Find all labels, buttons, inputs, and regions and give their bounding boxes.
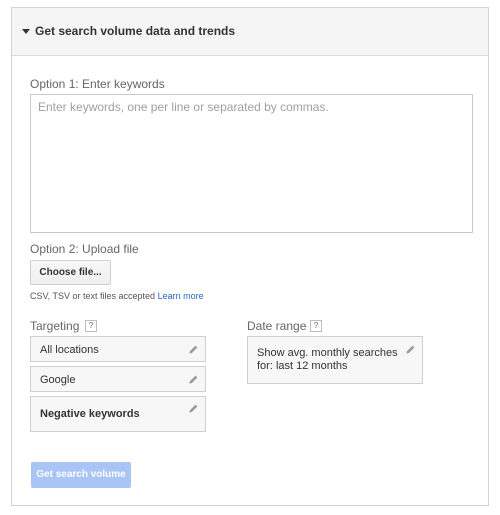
date-range-help-icon[interactable]: ? xyxy=(310,320,322,332)
targeting-network-label: Google xyxy=(40,374,76,386)
date-range-value: Show avg. monthly searches for: last 12 … xyxy=(257,347,398,372)
keywords-input[interactable] xyxy=(30,94,473,233)
get-search-volume-button[interactable]: Get search volume xyxy=(31,462,131,488)
learn-more-link[interactable]: Learn more xyxy=(158,291,204,301)
targeting-help-icon[interactable]: ? xyxy=(85,320,97,332)
file-note: CSV, TSV or text files accepted Learn mo… xyxy=(30,291,204,301)
choose-file-button[interactable]: Choose file... xyxy=(30,260,111,285)
option2-label: Option 2: Upload file xyxy=(30,242,139,256)
targeting-locations-chip[interactable]: All locations xyxy=(30,336,206,362)
pencil-icon[interactable] xyxy=(188,403,199,414)
negative-keywords-label: Negative keywords xyxy=(40,408,140,420)
panel-header[interactable]: Get search volume data and trends xyxy=(12,8,488,56)
date-range-label: Date range xyxy=(247,319,307,333)
pencil-icon[interactable] xyxy=(188,344,199,355)
pencil-icon[interactable] xyxy=(405,344,416,355)
option1-label: Option 1: Enter keywords xyxy=(30,77,165,91)
targeting-locations-label: All locations xyxy=(40,344,99,356)
pencil-icon[interactable] xyxy=(188,374,199,385)
file-note-text: CSV, TSV or text files accepted xyxy=(30,291,156,301)
search-volume-panel: Get search volume data and trends Option… xyxy=(11,7,489,506)
targeting-network-chip[interactable]: Google xyxy=(30,366,206,392)
targeting-label: Targeting xyxy=(30,319,80,333)
panel-title: Get search volume data and trends xyxy=(35,24,236,38)
negative-keywords-chip[interactable]: Negative keywords xyxy=(30,396,206,432)
date-range-chip[interactable]: Show avg. monthly searches for: last 12 … xyxy=(247,336,423,384)
collapse-arrow-icon[interactable] xyxy=(22,29,30,34)
